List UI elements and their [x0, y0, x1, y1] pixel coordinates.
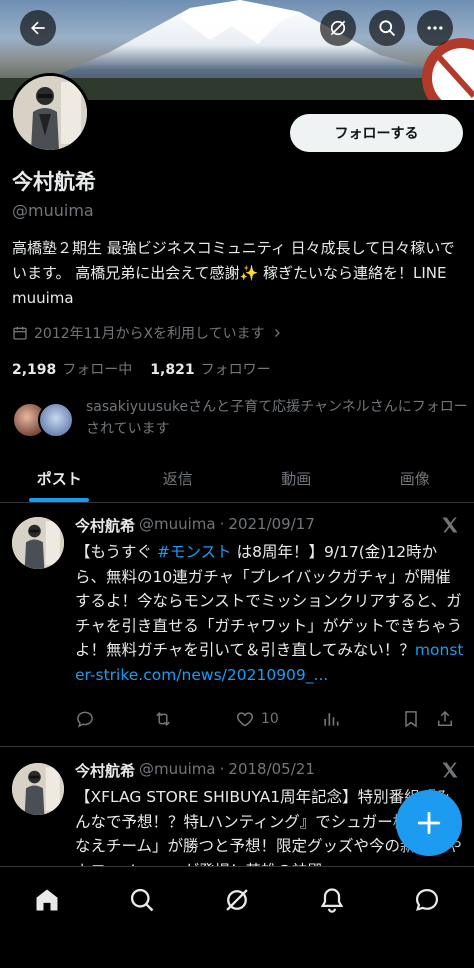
share-button[interactable] [435, 709, 459, 729]
more-icon [427, 26, 443, 30]
profile-bio: 高橋塾２期生 最強ビジネスコミュニティ 日々成長して日々稼いでいます。 高橋兄弟… [12, 239, 455, 307]
post-date[interactable]: 2021/09/17 [228, 515, 314, 536]
avatar-photo [12, 517, 64, 569]
bookmark-button[interactable] [401, 709, 435, 729]
following-label: フォロー中 [62, 362, 133, 378]
home-icon [36, 889, 58, 911]
compose-button[interactable] [396, 790, 462, 856]
nav-search[interactable] [118, 883, 166, 917]
follower-avatar [38, 402, 74, 438]
search-icon [379, 20, 396, 37]
profile-tabs: ポスト 返信 動画 画像 [0, 455, 474, 503]
post-text-part: 【もうすぐ [75, 543, 157, 561]
post-author-name[interactable]: 今村航希 [75, 515, 135, 536]
followed-by[interactable]: sasakiyuusukeさんと子育て応援チャンネルさんにフォローされています [12, 398, 468, 440]
nav-messages[interactable] [403, 883, 451, 917]
bottom-nav [0, 866, 474, 968]
post-separator: · [219, 760, 225, 778]
post-header: 今村航希 @muuima · 2021/09/17 [75, 515, 315, 536]
search-button[interactable] [369, 10, 405, 46]
repost-icon [156, 712, 170, 726]
followed-by-text: sasakiyuusukeさんと子育て応援チャンネルさんにフォローされています [86, 399, 468, 437]
nav-home[interactable] [23, 883, 71, 917]
followers-label: フォロワー [200, 362, 271, 378]
post-date[interactable]: 2018/05/21 [228, 760, 314, 781]
x-logo-icon [442, 517, 458, 533]
following-stat[interactable]: 2,198 フォロー中 [12, 359, 132, 379]
post-avatar[interactable] [12, 763, 64, 815]
like-button[interactable]: 10 [235, 709, 321, 729]
notifications-icon [320, 888, 344, 913]
followed-by-avatars [12, 398, 78, 440]
profile-handle: @muuima [12, 201, 94, 220]
avatar-photo [13, 76, 87, 150]
post-hashtag[interactable]: #モンスト [157, 543, 232, 561]
followers-stat[interactable]: 1,821 フォロワー [150, 359, 270, 379]
tab-replies[interactable]: 返信 [119, 455, 238, 502]
arrow-left-icon [31, 21, 45, 35]
profile-display-name: 今村航希 [12, 170, 96, 194]
tab-images[interactable]: 画像 [356, 455, 474, 502]
views-button[interactable] [321, 709, 401, 729]
plus-icon [417, 811, 441, 835]
post-header: 今村航希 @muuima · 2018/05/21 [75, 760, 315, 781]
grok-icon [226, 889, 248, 911]
more-button[interactable] [417, 10, 453, 46]
profile-avatar[interactable] [10, 73, 90, 153]
grok-icon [330, 20, 346, 36]
reply-button[interactable] [75, 709, 153, 729]
joined-text: 2012年11月からXを利用しています [34, 326, 265, 342]
heart-icon [236, 712, 254, 727]
calendar-icon [13, 327, 27, 340]
post-author-name[interactable]: 今村航希 [75, 760, 135, 781]
post-actions: 10 [75, 709, 465, 729]
grok-button[interactable] [320, 10, 356, 46]
post-author-handle[interactable]: @muuima [139, 515, 216, 536]
like-count: 10 [261, 711, 279, 727]
follow-button[interactable]: フォローする [290, 114, 463, 152]
nav-notifications[interactable] [308, 883, 356, 917]
profile-stats: 2,198 フォロー中 1,821 フォロワー [12, 359, 271, 379]
post-text[interactable]: 【もうすぐ #モンスト は8周年！】9/17(金)12時から、無料の10連ガチャ… [75, 540, 465, 687]
chevron-right-icon [274, 329, 280, 337]
followers-count: 1,821 [150, 362, 195, 378]
nav-grok[interactable] [213, 883, 261, 917]
post-avatar[interactable] [12, 517, 64, 569]
back-button[interactable] [20, 10, 56, 46]
share-icon [438, 710, 452, 726]
views-icon [324, 713, 339, 726]
post[interactable]: 今村航希 @muuima · 2021/09/17 【もうすぐ #モンスト は8… [0, 503, 474, 747]
following-count: 2,198 [12, 362, 57, 378]
repost-button[interactable] [153, 709, 235, 729]
search-icon [131, 888, 154, 912]
tab-videos[interactable]: 動画 [237, 455, 356, 502]
bookmark-icon [405, 711, 417, 728]
x-logo-icon [442, 762, 458, 778]
reply-icon [77, 711, 93, 728]
avatar-photo [12, 763, 64, 815]
post-separator: · [219, 515, 225, 533]
profile-joined[interactable]: 2012年11月からXを利用しています [12, 323, 283, 343]
post-author-handle[interactable]: @muuima [139, 760, 216, 781]
messages-icon [415, 888, 438, 911]
tab-posts[interactable]: ポスト [0, 455, 119, 502]
